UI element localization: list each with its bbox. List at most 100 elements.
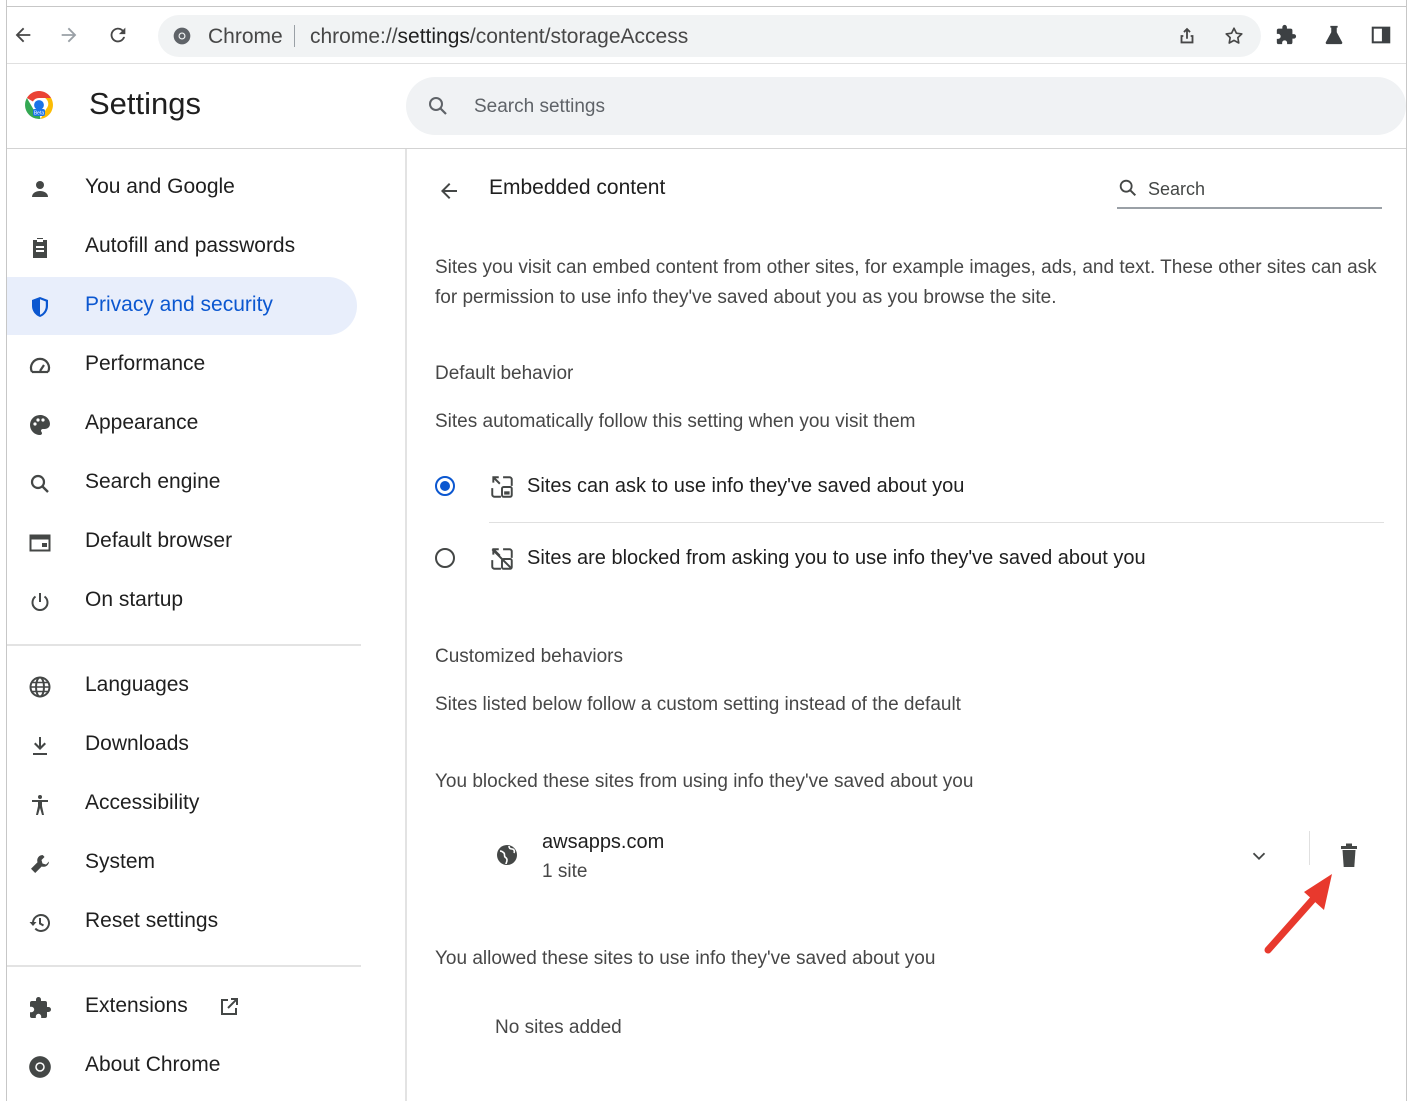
customized-behaviors-heading: Customized behaviors — [435, 646, 623, 667]
window-border-right — [1406, 0, 1407, 1101]
sidebar-item-label: On startup — [85, 588, 184, 611]
chrome-icon — [27, 1054, 53, 1080]
extensions-puzzle-icon[interactable] — [1272, 21, 1300, 49]
side-panel-icon[interactable] — [1367, 21, 1395, 49]
sidebar-item-label: Accessibility — [85, 791, 200, 814]
sidebar-item-label: Autofill and passwords — [85, 234, 296, 257]
subpage-title: Embedded content — [489, 176, 666, 199]
sidebar-item-system[interactable]: System — [7, 834, 357, 892]
radio-option-label: Sites are blocked from asking you to use… — [527, 547, 1146, 569]
sidebar-item-you-and-google[interactable]: You and Google — [7, 159, 357, 217]
main-content: Embedded content Sites you visit can emb… — [407, 149, 1406, 1101]
radio-button-unchecked[interactable] — [435, 548, 455, 568]
sidebar-item-label: Performance — [85, 352, 206, 375]
svg-text:Beta: Beta — [34, 111, 45, 117]
sidebar-item-reset-settings[interactable]: Reset settings — [7, 893, 357, 951]
sidebar-item-privacy-and-security[interactable]: Privacy and security — [7, 277, 357, 335]
sidebar-item-downloads[interactable]: Downloads — [7, 716, 357, 774]
allowed-sites-heading: You allowed these sites to use info they… — [435, 948, 936, 969]
blocked-sites-heading: You blocked these sites from using info … — [435, 771, 974, 792]
sidebar-item-label: System — [85, 850, 156, 873]
sidebar-item-label: Privacy and security — [85, 293, 273, 316]
browser-toolbar: Chrome chrome://settings/content/storage… — [7, 7, 1406, 63]
settings-sidebar: You and Google Autofill and passwords Pr… — [7, 149, 407, 1101]
sidebar-item-accessibility[interactable]: Accessibility — [7, 775, 357, 833]
subpage-search-input[interactable] — [1146, 175, 1370, 203]
search-icon — [426, 94, 450, 123]
bookmark-star-icon[interactable] — [1222, 24, 1246, 48]
sidebar-item-label: Default browser — [85, 529, 233, 552]
sidebar-item-label: About Chrome — [85, 1053, 221, 1076]
back-arrow-icon — [441, 183, 457, 199]
power-icon — [27, 589, 53, 615]
settings-header: Beta Settings — [7, 63, 1406, 150]
reload-icon[interactable] — [104, 21, 132, 49]
sidebar-divider — [7, 965, 361, 967]
settings-search-box[interactable] — [406, 77, 1406, 135]
history-icon — [27, 910, 53, 936]
radio-button-checked[interactable] — [435, 476, 455, 496]
open-in-new-icon — [217, 995, 241, 1024]
radio-option-allow[interactable]: Sites can ask to use info they've saved … — [435, 463, 1385, 513]
accessibility-icon — [27, 792, 53, 818]
sidebar-item-default-browser[interactable]: Default browser — [7, 513, 357, 571]
sidebar-item-label: Downloads — [85, 732, 189, 755]
annotation-arrow-icon — [1264, 874, 1332, 954]
sidebar-item-label: Search engine — [85, 470, 221, 493]
wrench-icon — [27, 851, 53, 877]
omnibox-separator — [294, 25, 295, 47]
sidebar-item-appearance[interactable]: Appearance — [7, 395, 357, 453]
sidebar-item-extensions[interactable]: Extensions — [7, 978, 357, 1036]
back-arrow-icon[interactable] — [9, 21, 37, 49]
sidebar-item-languages[interactable]: Languages — [7, 657, 357, 715]
page-title: Settings — [89, 86, 202, 121]
sidebar-item-search-engine[interactable]: Search engine — [7, 454, 357, 512]
forward-arrow-icon[interactable] — [55, 21, 83, 49]
omnibox-chrome-label: Chrome — [208, 25, 283, 48]
chrome-beta-logo-icon: Beta — [25, 91, 53, 119]
radio-option-block[interactable]: Sites are blocked from asking you to use… — [435, 535, 1385, 585]
description-text: Sites you visit can embed content from o… — [435, 257, 1377, 308]
browser-window-icon — [27, 530, 53, 556]
site-name: awsapps.com — [542, 831, 665, 853]
globe-icon — [27, 674, 53, 700]
storage-access-icon — [489, 474, 515, 500]
sidebar-item-about-chrome[interactable]: About Chrome — [7, 1037, 357, 1095]
sidebar-item-performance[interactable]: Performance — [7, 336, 357, 394]
globe-icon — [497, 845, 517, 865]
search-icon — [27, 471, 53, 497]
search-icon — [1117, 177, 1139, 204]
subpage-search-box[interactable] — [1117, 173, 1382, 209]
speedometer-icon — [27, 353, 53, 379]
sidebar-item-on-startup[interactable]: On startup — [7, 572, 357, 630]
sidebar-item-label: Appearance — [85, 411, 199, 434]
shield-icon — [27, 294, 53, 320]
labs-flask-icon[interactable] — [1320, 21, 1348, 49]
clipboard-icon — [27, 235, 53, 261]
sidebar-item-label: You and Google — [85, 175, 235, 198]
person-icon — [27, 176, 53, 202]
puzzle-icon — [27, 995, 53, 1021]
omnibox-url[interactable]: chrome://settings/content/storageAccess — [310, 25, 688, 49]
sidebar-item-label: Languages — [85, 673, 189, 696]
omnibox[interactable]: Chrome chrome://settings/content/storage… — [158, 15, 1261, 57]
chevron-down-icon — [1252, 852, 1266, 861]
storage-access-off-icon — [489, 546, 515, 572]
download-icon — [27, 733, 53, 759]
site-count: 1 site — [542, 861, 588, 882]
share-icon[interactable] — [1175, 24, 1199, 48]
default-behavior-heading: Default behavior — [435, 363, 574, 384]
sidebar-item-label: Reset settings — [85, 909, 219, 932]
back-button[interactable] — [435, 177, 463, 205]
settings-search-input[interactable] — [472, 91, 1076, 123]
action-separator — [1309, 831, 1310, 865]
no-sites-added-text: No sites added — [495, 1017, 622, 1038]
radio-option-label: Sites can ask to use info they've saved … — [527, 475, 965, 497]
option-divider — [489, 522, 1384, 523]
sidebar-item-autofill[interactable]: Autofill and passwords — [7, 218, 357, 276]
sidebar-item-label: Extensions — [85, 994, 188, 1017]
site-row-awsapps: awsapps.com 1 site — [435, 821, 1385, 891]
default-behavior-subtitle: Sites automatically follow this setting … — [435, 411, 916, 432]
sidebar-divider — [7, 644, 361, 646]
chrome-icon — [173, 27, 191, 45]
